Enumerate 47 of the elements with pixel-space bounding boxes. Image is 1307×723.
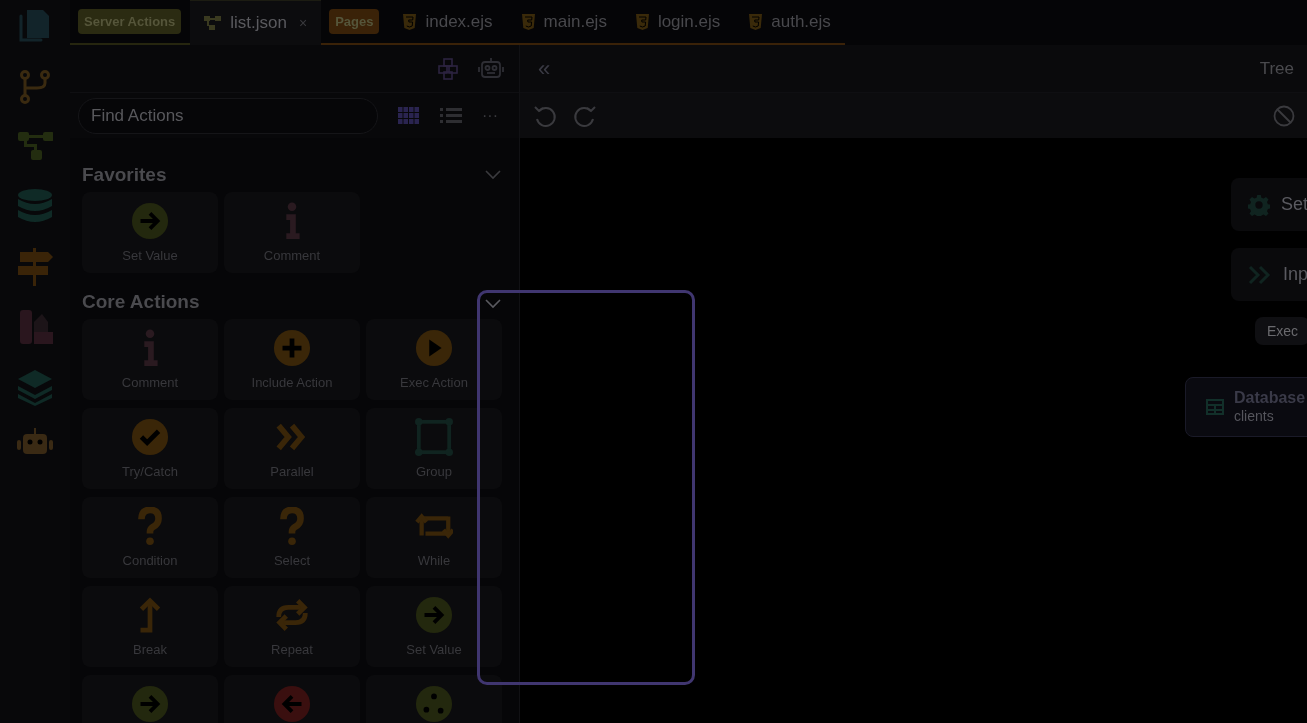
double-chevron-icon [1248,264,1272,285]
close-icon[interactable]: × [298,12,308,34]
circle-dots-icon [415,685,453,723]
more-button[interactable]: ··· [482,107,498,124]
node-card[interactable]: Inp [1231,248,1307,301]
node-card[interactable]: Set [1231,178,1307,231]
circle-arrow-right-icon [131,685,169,723]
section-heading: Favorites [82,162,167,187]
html5-icon [634,13,650,30]
chevron-down-icon[interactable] [485,299,501,309]
circle-play-icon [415,329,453,367]
editor-tab[interactable]: login.ejs [620,0,735,43]
html5-icon [520,13,536,30]
list-view-icon[interactable] [440,106,462,125]
html5-icon [402,13,418,30]
node-subtitle: clients [1234,408,1275,426]
section-heading: Core Actions [82,289,200,314]
signpost-icon[interactable] [17,248,53,286]
flowchart-icon [204,15,223,31]
swatch-icon[interactable] [17,308,53,346]
editor-tab[interactable]: main.ejs [506,0,621,43]
search-field[interactable]: Find Actions [78,97,378,134]
view-mode-button[interactable]: Tree [1259,55,1294,82]
gear-icon [1248,193,1270,216]
grid-view-icon[interactable] [398,106,420,125]
repeat-arrows-icon [273,596,311,634]
table-icon [1206,399,1224,415]
editor-tab[interactable]: index.ejs [388,0,507,43]
layers-icon[interactable] [17,368,53,406]
square-handles-icon [415,418,453,456]
circle-arrow-right-icon [131,202,169,240]
chevron-down-icon[interactable] [485,170,501,180]
cubes-icon[interactable] [436,57,460,80]
database-node[interactable]: Database clients [1185,377,1307,437]
branch-icon[interactable] [17,68,53,106]
html5-icon [748,13,764,30]
editor-tab[interactable]: list.json × [190,0,322,45]
circle-arrow-left-icon [273,685,311,723]
circle-arrow-right-icon [415,596,453,634]
circle-plus-icon [273,329,311,367]
node-label: Exec [1255,317,1307,345]
collapse-button[interactable]: « [538,57,551,80]
node-title: Database [1234,388,1306,409]
editor-tab[interactable]: auth.ejs [734,0,845,43]
robot-icon[interactable] [478,56,504,81]
disable-icon[interactable] [1273,104,1295,127]
circle-check-icon [131,418,169,456]
